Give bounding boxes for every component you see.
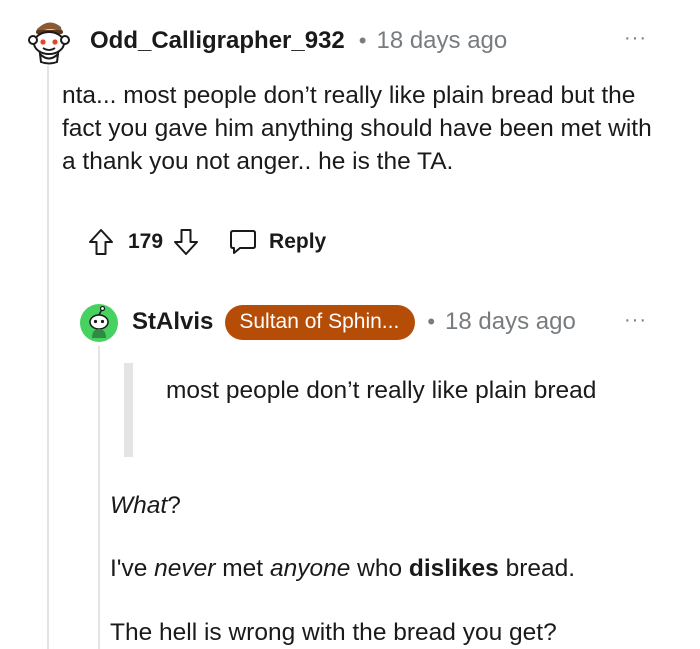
user-flair-badge[interactable]: Sultan of Sphin... (225, 304, 416, 340)
comment-header: StAlvis Sultan of Sphin... • 18 days ago (132, 302, 576, 342)
thread-line-reply[interactable] (98, 346, 100, 649)
upvote-arrow-icon (89, 229, 113, 255)
paragraph-text: who (350, 555, 409, 582)
comment-header: Odd_Calligrapher_932 • 18 days ago (90, 24, 507, 58)
blockquote-text: most people don’t really like plain brea… (166, 377, 597, 404)
paragraph-text: ? (167, 492, 181, 519)
snoo-green-avatar-icon (80, 304, 118, 342)
avatar[interactable] (24, 15, 74, 65)
separator-dot: • (427, 309, 436, 334)
avatar[interactable] (80, 304, 118, 342)
blockquote-bar (124, 363, 133, 457)
comment-paragraph: The hell is wrong with the bread you get… (110, 619, 557, 646)
upvote-button[interactable] (88, 228, 114, 256)
paragraph-text: bread. (498, 555, 576, 582)
thread-line-main[interactable] (47, 66, 49, 649)
timestamp[interactable]: 18 days ago (445, 308, 576, 336)
emphasis-text: What (110, 492, 168, 519)
comment-bubble-icon (230, 230, 257, 254)
bold-text: dislikes (408, 555, 499, 582)
comment-paragraph: What? (110, 490, 181, 522)
snoo-avatar-icon (28, 22, 70, 65)
reply-label: Reply (269, 230, 327, 253)
comment-body: nta... most people don’t really like pla… (62, 82, 652, 175)
username[interactable]: StAlvis (132, 308, 213, 336)
emphasis-text: never (154, 555, 216, 582)
comment-actions: 179 Reply (88, 226, 326, 258)
vote-count: 179 (128, 230, 164, 253)
more-options-button[interactable]: ··· (624, 27, 647, 50)
separator-dot: • (358, 28, 367, 53)
downvote-button[interactable] (173, 228, 199, 256)
timestamp[interactable]: 18 days ago (376, 27, 507, 55)
paragraph-text: met (215, 555, 270, 582)
more-options-button[interactable]: ··· (624, 309, 647, 332)
username[interactable]: Odd_Calligrapher_932 (90, 27, 345, 55)
paragraph-text: I've (110, 555, 155, 582)
reply-button[interactable]: Reply (229, 229, 326, 255)
downvote-arrow-icon (174, 229, 199, 255)
comment-paragraph: I've never met anyone who dislikes bread… (110, 553, 575, 585)
emphasis-text: anyone (269, 555, 351, 582)
